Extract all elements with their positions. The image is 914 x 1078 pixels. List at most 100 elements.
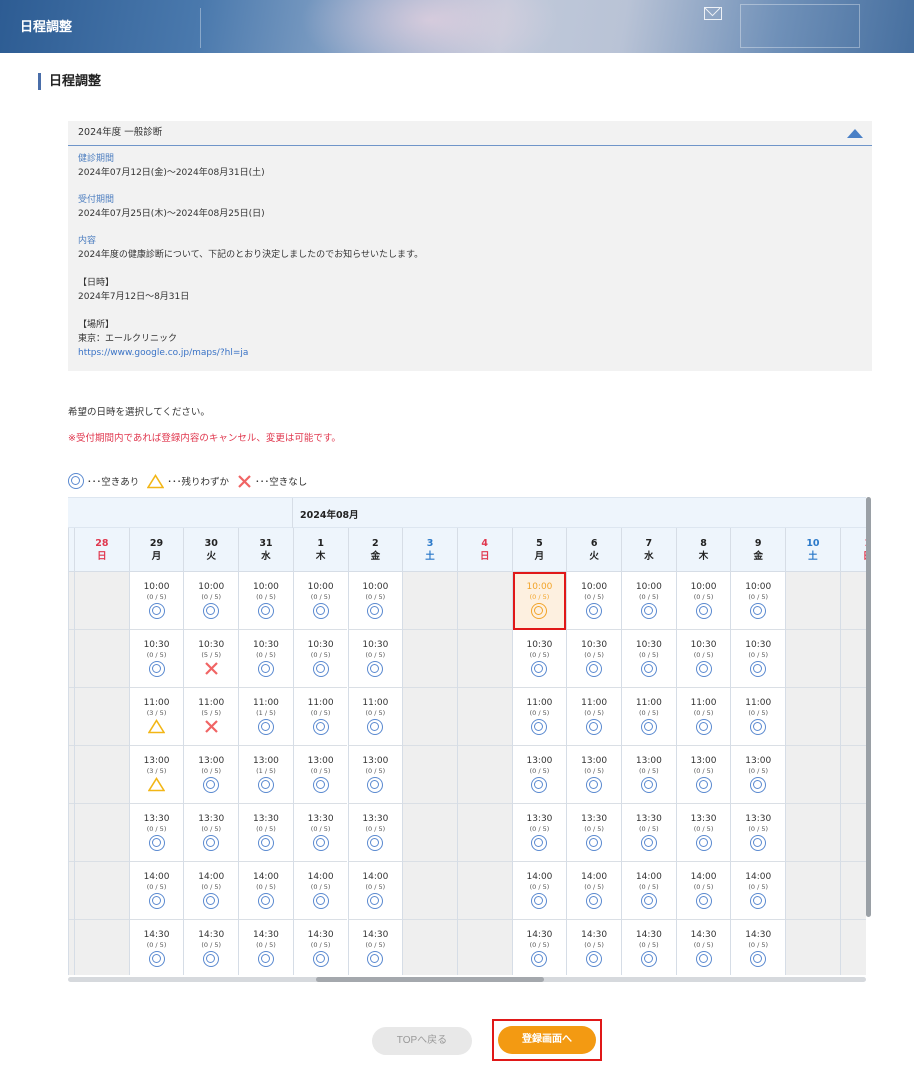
- slot-count: (0 / 5): [146, 825, 167, 833]
- time-slot[interactable]: 13:30 (0 / 5): [676, 804, 731, 862]
- double-circle-icon: [257, 835, 274, 851]
- time-slot[interactable]: 10:30 (0 / 5): [731, 630, 786, 688]
- time-slot[interactable]: 13:30 (0 / 5): [731, 804, 786, 862]
- day-weekday: 火: [206, 551, 216, 562]
- time-slot[interactable]: 14:30 (0 / 5): [184, 920, 238, 975]
- time-slot[interactable]: 10:30 (0 / 5): [512, 630, 567, 688]
- time-slot[interactable]: 13:00 (0 / 5): [293, 746, 348, 804]
- time-slot[interactable]: 13:00 (0 / 5): [676, 746, 731, 804]
- cross-icon: [204, 661, 219, 676]
- slot-time: 13:00: [143, 756, 170, 766]
- slot-count: (0 / 5): [310, 767, 331, 775]
- time-slot[interactable]: 10:30 (0 / 5): [239, 630, 293, 688]
- time-slot[interactable]: 13:00 (0 / 5): [622, 746, 676, 804]
- time-slot[interactable]: 10:00 (0 / 5): [567, 572, 621, 630]
- time-slot[interactable]: 14:30 (0 / 5): [294, 920, 348, 975]
- map-link[interactable]: https://www.google.co.jp/maps/?hl=ja: [78, 346, 862, 360]
- time-slot[interactable]: 13:00 (0 / 5): [567, 746, 621, 804]
- time-slot[interactable]: 14:30 (0 / 5): [677, 920, 731, 975]
- time-slot[interactable]: 14:00 (0 / 5): [567, 862, 621, 920]
- time-slot[interactable]: 14:30 (0 / 5): [239, 920, 293, 975]
- time-slot-unavailable: [786, 572, 840, 630]
- slot-time: 10:00: [526, 582, 553, 592]
- register-button[interactable]: 登録画面へ: [498, 1026, 596, 1054]
- slot-count: (0 / 5): [584, 709, 604, 717]
- slot-time: 10:00: [198, 582, 225, 592]
- time-slot[interactable]: 14:00 (0 / 5): [239, 862, 293, 920]
- time-slot[interactable]: 14:30 (0 / 5): [130, 920, 184, 975]
- time-slot[interactable]: 13:30 (0 / 5): [293, 804, 348, 862]
- time-slot[interactable]: 10:00 (0 / 5): [239, 572, 293, 630]
- time-slot[interactable]: 13:30 (0 / 5): [129, 804, 184, 862]
- day-number: 5: [536, 538, 543, 549]
- time-slot[interactable]: 14:00 (0 / 5): [348, 862, 403, 920]
- time-slot[interactable]: 11:00 (0 / 5): [567, 688, 621, 746]
- double-circle-icon: [257, 719, 274, 735]
- slot-count: (0 / 5): [639, 593, 659, 601]
- day-header-row: 28日29月30火31水1木2金3土4日5月6火7水8木9金10土1日: [68, 528, 866, 572]
- time-slot[interactable]: 10:00 (0 / 5): [622, 572, 676, 630]
- time-slot[interactable]: 13:00 (1 / 5): [239, 746, 293, 804]
- time-slot[interactable]: 13:30 (0 / 5): [184, 804, 239, 862]
- time-slot[interactable]: 10:00 (0 / 5): [731, 572, 786, 630]
- time-slot[interactable]: 10:30 (0 / 5): [293, 630, 348, 688]
- slot-count: (0 / 5): [256, 825, 276, 833]
- collapse-caret-icon[interactable]: [847, 129, 863, 138]
- time-slot[interactable]: 13:30 (0 / 5): [622, 804, 676, 862]
- time-slot[interactable]: 14:30 (0 / 5): [349, 920, 403, 975]
- time-slot[interactable]: 11:00 (0 / 5): [512, 688, 567, 746]
- time-slot[interactable]: 13:00 (3 / 5): [129, 746, 184, 804]
- time-slot[interactable]: 10:00 (0 / 5): [184, 572, 239, 630]
- double-circle-icon: [586, 603, 603, 619]
- time-slot[interactable]: 10:30 (0 / 5): [348, 630, 403, 688]
- time-slot[interactable]: 11:00 (0 / 5): [348, 688, 403, 746]
- time-slot[interactable]: 14:00 (0 / 5): [512, 862, 567, 920]
- time-slot[interactable]: 10:00 (0 / 5): [293, 572, 348, 630]
- time-slot[interactable]: 14:30 (0 / 5): [731, 920, 785, 975]
- info-panel-body: 健診期間 2024年07月12日(金)～2024年08月31日(土) 受付期間 …: [68, 146, 872, 366]
- time-slot[interactable]: 10:30 (0 / 5): [676, 630, 731, 688]
- slot-time: 10:00: [635, 582, 662, 592]
- time-slot[interactable]: 11:00 (3 / 5): [129, 688, 184, 746]
- info-panel-header[interactable]: 2024年度 一般診断: [68, 121, 872, 146]
- banner-frame: [740, 4, 860, 48]
- time-slot[interactable]: 11:00 (0 / 5): [731, 688, 786, 746]
- time-slot[interactable]: 10:30 (0 / 5): [129, 630, 184, 688]
- time-slot[interactable]: 14:00 (0 / 5): [622, 862, 676, 920]
- time-slot[interactable]: 10:30 (0 / 5): [567, 630, 621, 688]
- time-slot[interactable]: 14:30 (0 / 5): [513, 920, 567, 975]
- time-slot[interactable]: 13:00 (0 / 5): [184, 746, 239, 804]
- time-slot[interactable]: 11:00 (0 / 5): [676, 688, 731, 746]
- time-slot[interactable]: 14:00 (0 / 5): [184, 862, 239, 920]
- double-circle-icon: [586, 719, 603, 735]
- time-slot[interactable]: 14:00 (0 / 5): [129, 862, 184, 920]
- time-slot[interactable]: 10:00 (0 / 5): [129, 572, 184, 630]
- time-slot[interactable]: 13:00 (0 / 5): [348, 746, 403, 804]
- slot-time: 10:30: [635, 640, 662, 650]
- time-slot[interactable]: 11:00 (0 / 5): [293, 688, 348, 746]
- time-slot[interactable]: 10:00 (0 / 5): [676, 572, 731, 630]
- time-slot[interactable]: 13:30 (0 / 5): [239, 804, 293, 862]
- time-slot[interactable]: 10:00 (0 / 5): [348, 572, 403, 630]
- time-slot[interactable]: 13:00 (0 / 5): [731, 746, 786, 804]
- time-slot[interactable]: 14:00 (0 / 5): [293, 862, 348, 920]
- time-slot[interactable]: 14:00 (0 / 5): [676, 862, 731, 920]
- time-slot[interactable]: 13:30 (0 / 5): [512, 804, 567, 862]
- double-circle-icon: [640, 835, 657, 851]
- time-slot[interactable]: 11:00 (1 / 5): [239, 688, 293, 746]
- slot-count: (0 / 5): [584, 767, 604, 775]
- time-slot[interactable]: 13:30 (0 / 5): [567, 804, 621, 862]
- legend-available-label: ･･･空きあり: [87, 477, 140, 488]
- time-slot[interactable]: 11:00 (0 / 5): [622, 688, 676, 746]
- back-to-top-button[interactable]: TOPへ戻る: [372, 1027, 472, 1055]
- time-slot[interactable]: 14:00 (0 / 5): [731, 862, 786, 920]
- time-slot[interactable]: 13:30 (0 / 5): [348, 804, 403, 862]
- vertical-scrollbar[interactable]: [866, 497, 871, 917]
- time-slot[interactable]: 10:30 (0 / 5): [622, 630, 676, 688]
- time-slot-selected[interactable]: 10:00 (0 / 5): [512, 572, 567, 630]
- time-slot-unavailable: [75, 804, 129, 862]
- time-slot[interactable]: 13:00 (0 / 5): [512, 746, 567, 804]
- time-slot[interactable]: 14:30 (0 / 5): [622, 920, 676, 975]
- horizontal-scrollbar-thumb[interactable]: [316, 977, 544, 982]
- time-slot[interactable]: 14:30 (0 / 5): [567, 920, 621, 975]
